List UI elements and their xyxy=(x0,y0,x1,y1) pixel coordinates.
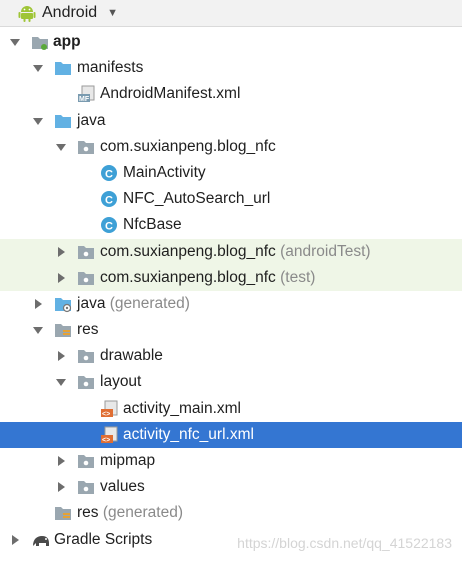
class-icon: C xyxy=(100,216,118,234)
source-folder-icon xyxy=(54,112,72,130)
package-icon xyxy=(77,347,95,365)
tree-node-androidmanifest[interactable]: MF AndroidManifest.xml xyxy=(0,81,462,107)
class-icon: C xyxy=(100,164,118,182)
tree-node-layout[interactable]: layout xyxy=(0,369,462,395)
package-icon xyxy=(77,373,95,391)
collapsed-arrow-icon[interactable] xyxy=(9,534,21,546)
tree-node-label: manifests xyxy=(77,59,144,77)
tree-node-label: java xyxy=(77,111,106,129)
tree-node-label: activity_nfc_url.xml xyxy=(123,425,254,443)
package-icon xyxy=(77,452,95,470)
tree-node-label: res xyxy=(77,504,99,522)
collapsed-arrow-icon[interactable] xyxy=(55,246,67,258)
package-icon xyxy=(77,243,95,261)
expanded-arrow-icon[interactable] xyxy=(9,36,21,48)
expanded-arrow-icon[interactable] xyxy=(32,115,44,127)
tree-node-nfcbase[interactable]: C NfcBase xyxy=(0,212,462,238)
expanded-arrow-icon[interactable] xyxy=(32,62,44,74)
tree-node-mipmap[interactable]: mipmap xyxy=(0,448,462,474)
tree-node-drawable[interactable]: drawable xyxy=(0,343,462,369)
resources-folder-icon xyxy=(54,321,72,339)
resources-folder-icon xyxy=(54,504,72,522)
expanded-arrow-icon[interactable] xyxy=(55,141,67,153)
tree-node-label: MainActivity xyxy=(123,163,206,181)
tree-node-label: layout xyxy=(100,373,142,391)
tree-node-java[interactable]: java xyxy=(0,108,462,134)
manifest-badge: MF xyxy=(79,96,90,103)
manifest-file-icon: MF xyxy=(77,85,95,103)
tree-node-package-test[interactable]: com.suxianpeng.blog_nfc (test) xyxy=(0,264,462,291)
class-icon: C xyxy=(100,190,118,208)
tree-node-suffix: (test) xyxy=(280,268,316,286)
tree-node-label: mipmap xyxy=(100,452,156,469)
collapsed-arrow-icon[interactable] xyxy=(32,298,44,310)
project-view-title: Android xyxy=(42,4,98,21)
tree-node-values[interactable]: values xyxy=(0,474,462,500)
tree-node-res[interactable]: res xyxy=(0,317,462,343)
watermark-text: https://blog.csdn.net/qq_41522183 xyxy=(237,535,452,551)
tree-node-label: NfcBase xyxy=(123,216,182,234)
tree-node-label-group: java (generated) xyxy=(77,295,190,313)
tree-node-label-group: res (generated) xyxy=(77,504,183,522)
tree-node-app[interactable]: app xyxy=(0,29,462,55)
tree-node-label-group: com.suxianpeng.blog_nfc (androidTest) xyxy=(100,243,371,261)
tree-node-label: Gradle Scripts xyxy=(54,530,153,548)
tree-node-nfc-autosearch-url[interactable]: C NFC_AutoSearch_url xyxy=(0,186,462,212)
tree-node-activity-main-xml[interactable]: <> activity_main.xml xyxy=(0,396,462,422)
tree-node-suffix: (generated) xyxy=(102,504,183,522)
layout-xml-file-icon: <> xyxy=(100,400,118,418)
tree-node-label: app xyxy=(53,33,81,50)
class-badge: C xyxy=(105,195,113,207)
dropdown-caret-icon[interactable]: ▼ xyxy=(107,7,118,19)
package-icon xyxy=(77,269,95,287)
module-folder-icon xyxy=(31,33,49,51)
tree-node-res-generated[interactable]: res (generated) xyxy=(0,500,462,526)
tree-node-label: res xyxy=(77,321,99,339)
tree-node-activity-nfc-url-xml[interactable]: <> activity_nfc_url.xml xyxy=(0,421,462,448)
tree-node-label: drawable xyxy=(100,347,163,365)
tree-node-label: com.suxianpeng.blog_nfc xyxy=(100,242,276,260)
tree-node-java-generated[interactable]: java (generated) xyxy=(0,291,462,317)
collapsed-arrow-icon[interactable] xyxy=(55,272,67,284)
tree-node-label-group: com.suxianpeng.blog_nfc (test) xyxy=(100,269,315,287)
gradle-elephant-icon xyxy=(31,531,49,549)
xml-badge: <> xyxy=(102,411,110,418)
tree-node-suffix: (androidTest) xyxy=(280,242,371,260)
package-icon xyxy=(77,138,95,156)
tree-node-label: values xyxy=(100,478,145,496)
tree-node-package-main[interactable]: com.suxianpeng.blog_nfc xyxy=(0,134,462,160)
package-icon xyxy=(77,478,95,496)
expanded-arrow-icon[interactable] xyxy=(55,376,67,388)
collapsed-arrow-icon[interactable] xyxy=(55,455,67,467)
project-tree: app manifests MF AndroidManifest.xml jav… xyxy=(0,29,462,553)
class-badge: C xyxy=(105,168,113,180)
tree-node-label: com.suxianpeng.blog_nfc xyxy=(100,268,276,286)
generated-folder-icon xyxy=(54,295,72,313)
folder-icon xyxy=(54,59,72,77)
tree-node-suffix: (generated) xyxy=(109,294,190,312)
collapsed-arrow-icon[interactable] xyxy=(55,481,67,493)
tree-node-label: NFC_AutoSearch_url xyxy=(123,190,271,208)
tree-node-label: java xyxy=(77,294,106,312)
tree-node-mainactivity[interactable]: C MainActivity xyxy=(0,160,462,186)
tree-node-label: AndroidManifest.xml xyxy=(100,85,241,103)
layout-xml-file-icon: <> xyxy=(100,426,118,444)
tree-node-label: com.suxianpeng.blog_nfc xyxy=(100,137,276,155)
collapsed-arrow-icon[interactable] xyxy=(55,350,67,362)
tree-node-manifests[interactable]: manifests xyxy=(0,55,462,81)
tree-node-label: activity_main.xml xyxy=(123,399,241,417)
tree-node-package-androidtest[interactable]: com.suxianpeng.blog_nfc (androidTest) xyxy=(0,238,462,265)
expanded-arrow-icon[interactable] xyxy=(32,324,44,336)
class-badge: C xyxy=(105,221,113,233)
project-view-selector[interactable]: Android ▼ xyxy=(0,0,462,27)
android-icon xyxy=(18,6,36,22)
xml-badge: <> xyxy=(102,437,110,444)
